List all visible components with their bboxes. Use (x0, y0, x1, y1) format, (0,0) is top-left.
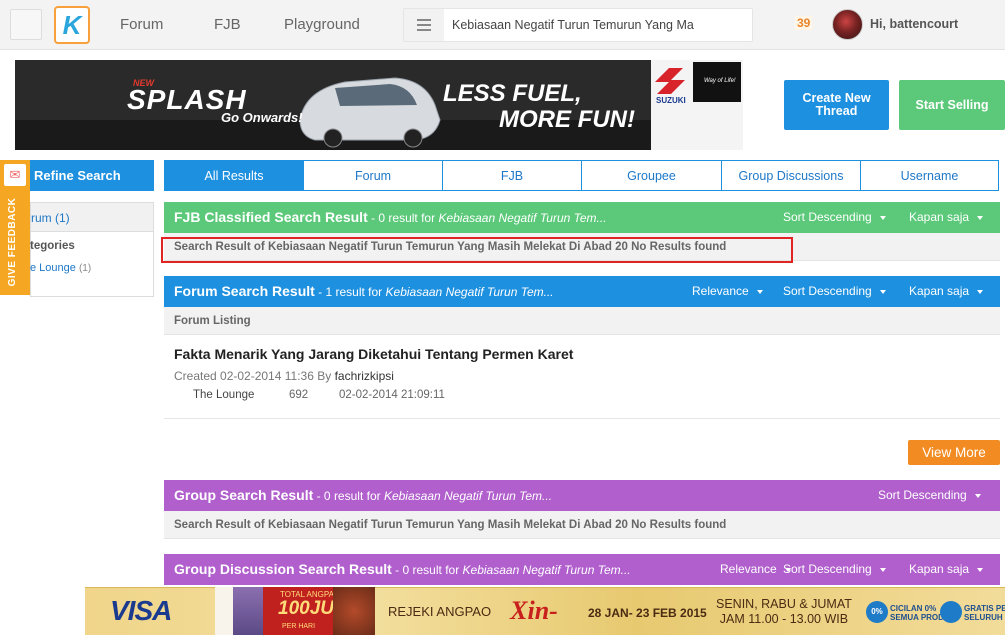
group-discussion-time-dropdown[interactable]: Kapan saja (909, 562, 983, 576)
fjb-result-title-line: FJB Classified Search Result - 0 result … (174, 209, 607, 225)
ad-gratis-title: GRATIS PENG (964, 604, 1005, 613)
user-avatar[interactable] (832, 9, 863, 40)
banner-slogan-1: LESS FUEL, (443, 80, 582, 107)
category-item-lounge[interactable]: e Lounge (1) (30, 262, 91, 274)
ad-food-image (333, 587, 375, 635)
ad-schedule: SENIN, RABU & JUMAT JAM 11.00 - 13.00 WIB (716, 597, 852, 627)
tab-username[interactable]: Username (861, 160, 999, 191)
highlight-box (161, 237, 793, 263)
category-item-label: e Lounge (30, 262, 76, 274)
banner-slogan-2: MORE FUN! (499, 106, 635, 133)
thread-forum-link[interactable]: The Lounge (193, 389, 254, 401)
ad-gratis-badge-icon (940, 601, 962, 623)
group-result-header: Group Search Result - 0 result for Kebia… (164, 480, 1000, 511)
forum-listing-label: Forum Listing (174, 315, 251, 327)
start-selling-button[interactable]: Start Selling (899, 80, 1005, 130)
fjb-sort-dropdown[interactable]: Sort Descending (783, 210, 886, 224)
categories-title: tegories (30, 240, 75, 252)
thread-author-link[interactable]: fachrizkipsi (335, 369, 394, 383)
suzuki-splash-ad-banner[interactable]: NEW SPLASH Go Onwards! LESS FUEL, MORE F… (15, 60, 743, 150)
thread-views: 692 (289, 389, 309, 401)
forum-sort-dropdown[interactable]: Sort Descending (783, 284, 886, 298)
ad-phone-image (233, 587, 263, 635)
group-result-title-line: Group Search Result - 0 result for Kebia… (174, 487, 552, 503)
forum-result-title: Forum Search Result (174, 283, 315, 299)
logo-letter: K (62, 10, 82, 40)
tab-all-results[interactable]: All Results (164, 160, 304, 191)
forum-result-count: - 1 result for (314, 285, 386, 299)
view-more-button[interactable]: View More (908, 440, 1000, 465)
divider (164, 418, 1000, 419)
ad-cicilan-badge-icon: 0% (866, 601, 888, 623)
tab-fjb[interactable]: FJB (443, 160, 582, 191)
user-greeting[interactable]: Hi, battencourt (870, 17, 958, 31)
ad-gratis-text: GRATIS PENGSELURUH INDON (964, 604, 1005, 622)
forum-result-title-line: Forum Search Result - 1 result for Kebia… (174, 283, 554, 299)
create-new-thread-button[interactable]: Create New Thread (784, 80, 889, 130)
refine-search-label: Refine Search (34, 168, 121, 183)
banner-brand-tag: Way of Life! (704, 78, 736, 84)
nav-fjb[interactable]: FJB (214, 16, 241, 33)
banner-tagline: Go Onwards! (221, 110, 303, 125)
group-no-results: Search Result of Kebiasaan Negatif Turun… (164, 511, 1000, 539)
forum-result-header: Forum Search Result - 1 result for Kebia… (164, 276, 1000, 307)
fjb-result-query: Kebiasaan Negatif Turun Tem... (438, 211, 607, 225)
ad-dates: 28 JAN- 23 FEB 2015 (588, 606, 707, 620)
group-discussion-sort-dropdown[interactable]: Sort Descending (783, 562, 886, 576)
fjb-time-dropdown[interactable]: Kapan saja (909, 210, 983, 224)
kaskus-logo[interactable]: K (54, 6, 90, 44)
forum-relevance-dropdown[interactable]: Relevance (692, 284, 763, 298)
group-result-title: Group Search Result (174, 487, 314, 503)
hamburger-menu-icon[interactable] (404, 9, 444, 41)
group-no-results-text: Search Result of Kebiasaan Negatif Turun… (174, 519, 727, 531)
ad-per-hari: PER HARI (282, 623, 316, 630)
group-discussion-relevance-dropdown[interactable]: Relevance (720, 562, 791, 576)
forum-listing-bar: Forum Listing (164, 307, 1000, 335)
fjb-result-header: FJB Classified Search Result - 0 result … (164, 202, 1000, 233)
group-result-query: Kebiasaan Negatif Turun Tem... (383, 489, 553, 503)
tab-groupee[interactable]: Groupee (582, 160, 722, 191)
ad-xin-mua-logo: Xin-Mua (510, 596, 558, 625)
search-input[interactable] (452, 12, 747, 38)
group-sort-dropdown[interactable]: Sort Descending (878, 488, 981, 502)
forum-filter-label: rum (1) (31, 211, 70, 225)
forum-time-dropdown[interactable]: Kapan saja (909, 284, 983, 298)
ad-product-image (215, 587, 233, 635)
ad-schedule-hours: JAM 11.00 - 13.00 WIB (719, 612, 849, 626)
notification-count-badge[interactable]: 39 (795, 16, 813, 30)
tab-group-discussions[interactable]: Group Discussions (722, 160, 861, 191)
ad-rejeki-text: REJEKI ANGPAO (388, 604, 492, 619)
group-discussion-query: Kebiasaan Negatif Turun Tem... (462, 563, 631, 577)
thread-created: Created 02-02-2014 11:36 By (174, 369, 335, 383)
ad-visa-logo: VISA (110, 595, 172, 626)
nav-playground[interactable]: Playground (284, 16, 360, 33)
category-item-count: (1) (78, 263, 92, 274)
ad-gratis-sub: SELURUH INDON (964, 613, 1005, 622)
tab-forum[interactable]: Forum (304, 160, 443, 191)
ad-schedule-days: SENIN, RABU & JUMAT (716, 597, 852, 611)
forum-filter[interactable]: rum (1) (30, 202, 154, 232)
page: K Forum FJB Playground 39 Hi, battencour… (0, 0, 1005, 635)
nav-forum[interactable]: Forum (120, 16, 163, 33)
fjb-result-count: - 0 result for (367, 211, 439, 225)
thread-last-post: 02-02-2014 21:09:11 (339, 389, 445, 401)
group-discussion-result-header: Group Discussion Search Result - 0 resul… (164, 554, 1000, 585)
group-discussion-title: Group Discussion Search Result (174, 561, 392, 577)
thread-title-link[interactable]: Fakta Menarik Yang Jarang Diketahui Tent… (174, 346, 573, 362)
fjb-result-title: FJB Classified Search Result (174, 209, 368, 225)
banner-brand: SUZUKI (656, 96, 686, 105)
thread-meta: Created 02-02-2014 11:36 By fachrizkipsi (174, 369, 394, 383)
group-result-count: - 0 result for (313, 489, 384, 503)
apps-grid-button[interactable] (10, 9, 42, 40)
banner-graphic (15, 60, 743, 150)
group-discussion-count: - 0 result for (391, 563, 463, 577)
forum-result-query: Kebiasaan Negatif Turun Tem... (385, 285, 554, 299)
feedback-envelope-icon: ✉ (4, 164, 26, 186)
give-feedback-label: GIVE FEEDBACK (7, 197, 18, 287)
group-discussion-title-line: Group Discussion Search Result - 0 resul… (174, 561, 631, 577)
